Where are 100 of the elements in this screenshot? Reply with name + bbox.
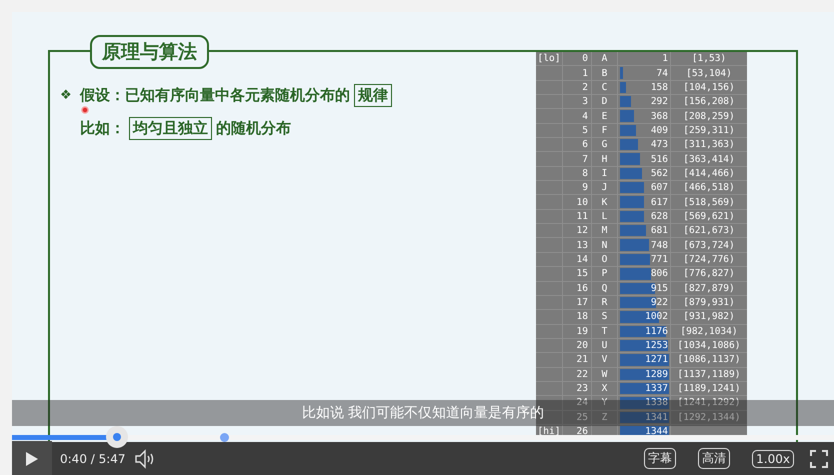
table-cell: [259,311) xyxy=(683,124,735,136)
table-cell: 1271 xyxy=(645,354,668,366)
table-cell: [724,776) xyxy=(683,254,735,265)
subtitle-text: 比如说 我们可能不仅知道向量是有序的 xyxy=(302,404,544,422)
table-cell: G xyxy=(602,139,608,150)
player-button[interactable]: 1.00x xyxy=(752,450,794,468)
table-cell: [311,363) xyxy=(683,139,735,150)
table-cell: [1137,1189) xyxy=(678,368,740,380)
table-cell: [569,621) xyxy=(683,210,735,222)
table-cell: [931,982) xyxy=(683,311,735,322)
table-cell: X xyxy=(602,383,608,394)
table-cell: Y xyxy=(602,397,608,408)
table-cell: 0 xyxy=(582,53,588,64)
table-cell: 3 xyxy=(582,96,588,108)
table-cell: [1241,1292) xyxy=(678,397,740,408)
table-cell: H xyxy=(602,154,608,165)
table-cell: 1341 xyxy=(645,412,668,423)
table-cell: 1337 xyxy=(645,383,668,394)
table-cell: 1 xyxy=(662,53,668,64)
table-cell: J xyxy=(602,182,608,194)
table-cell: 26 xyxy=(576,426,588,438)
table-cell: 20 xyxy=(576,340,588,352)
play-icon xyxy=(25,450,39,466)
table-cell: 10 xyxy=(576,196,588,208)
table-cell: W xyxy=(602,368,608,380)
table-cell: M xyxy=(602,225,608,236)
table-cell: [518,569) xyxy=(683,196,735,208)
table-cell: [776,827) xyxy=(683,268,735,280)
table-cell: 806 xyxy=(650,268,668,280)
table-cell: 1002 xyxy=(645,311,668,322)
table-cell: [hi] xyxy=(538,426,560,438)
table-cell: [414,466) xyxy=(683,168,735,179)
table-cell: [1189,1241) xyxy=(678,383,740,394)
table-cell: 368 xyxy=(650,110,668,122)
table-cell: 23 xyxy=(576,383,588,394)
table-cell: 1 xyxy=(582,68,588,79)
table-cell: 473 xyxy=(650,139,668,150)
slide-text: 的随机分布 xyxy=(216,119,291,138)
table-cell: [982,1034) xyxy=(680,326,738,337)
table-cell: 617 xyxy=(650,196,668,208)
table-cell: 1253 xyxy=(645,340,668,352)
table-cell: 1344 xyxy=(645,426,668,438)
table-cell: 771 xyxy=(650,254,668,265)
table-cell: 25 xyxy=(576,412,588,423)
table-cell: 15 xyxy=(576,268,588,280)
table-cell: [53,104) xyxy=(686,68,732,79)
table-cell: 13 xyxy=(576,240,588,251)
slide-text: 假设：已知有序向量中各元素随机分布的 xyxy=(80,86,350,105)
boxed-term: 均匀且独立 xyxy=(129,117,212,140)
table-cell: K xyxy=(602,196,608,208)
table-cell: 409 xyxy=(650,124,668,136)
table-cell: 681 xyxy=(650,225,668,236)
table-cell: N xyxy=(602,240,608,251)
table-cell: 18 xyxy=(576,311,588,322)
table-cell: 2 xyxy=(582,82,588,93)
table-cell: 19 xyxy=(576,326,588,337)
table-cell: [363,414) xyxy=(683,154,735,165)
table-cell: 1338 xyxy=(645,397,668,408)
table-cell: T xyxy=(602,326,608,337)
table-cell: 562 xyxy=(650,168,668,179)
table-cell: 74 xyxy=(656,68,668,79)
table-cell: Z xyxy=(602,412,608,423)
table-cell: [1086,1137) xyxy=(678,354,740,366)
table-cell: 14 xyxy=(576,254,588,265)
table-cell: [208,259) xyxy=(683,110,735,122)
player-button[interactable]: 字幕 xyxy=(644,448,676,469)
table-cell: F xyxy=(602,124,608,136)
player-button[interactable]: 高清 xyxy=(698,448,730,469)
table-cell: Q xyxy=(602,282,608,294)
table-cell: 16 xyxy=(576,282,588,294)
table-cell: 4 xyxy=(582,110,588,122)
table-cell: 748 xyxy=(650,240,668,251)
table-cell: 11 xyxy=(576,210,588,222)
table-cell: V xyxy=(602,354,608,366)
table-cell: 628 xyxy=(650,210,668,222)
bullet-icon: ❖ xyxy=(60,88,78,103)
table-cell: 21 xyxy=(576,354,588,366)
pointer-dot-icon xyxy=(81,106,89,114)
table-cell: 24 xyxy=(576,397,588,408)
table-cell: D xyxy=(602,96,608,108)
fullscreen-icon[interactable] xyxy=(810,450,828,468)
table-cell: 158 xyxy=(650,82,668,93)
table-cell: [621,673) xyxy=(683,225,735,236)
play-button[interactable] xyxy=(12,441,52,475)
table-cell: 8 xyxy=(582,168,588,179)
table-cell: [1,53) xyxy=(692,53,726,64)
table-cell: U xyxy=(602,340,608,352)
table-cell: 22 xyxy=(576,368,588,380)
table-cell: 17 xyxy=(576,297,588,308)
boxed-term: 规律 xyxy=(354,84,392,107)
table-cell: E xyxy=(602,110,608,122)
table-cell: R xyxy=(602,297,608,308)
table-cell: S xyxy=(602,311,608,322)
table-cell: [lo] xyxy=(538,53,560,64)
table-cell: 7 xyxy=(582,154,588,165)
table-cell: [1034,1086) xyxy=(678,340,740,352)
table-cell: [1292,1344) xyxy=(678,412,740,423)
slide-text: 比如： xyxy=(80,119,125,138)
table-cell: 1289 xyxy=(645,368,668,380)
volume-icon[interactable] xyxy=(134,448,156,468)
